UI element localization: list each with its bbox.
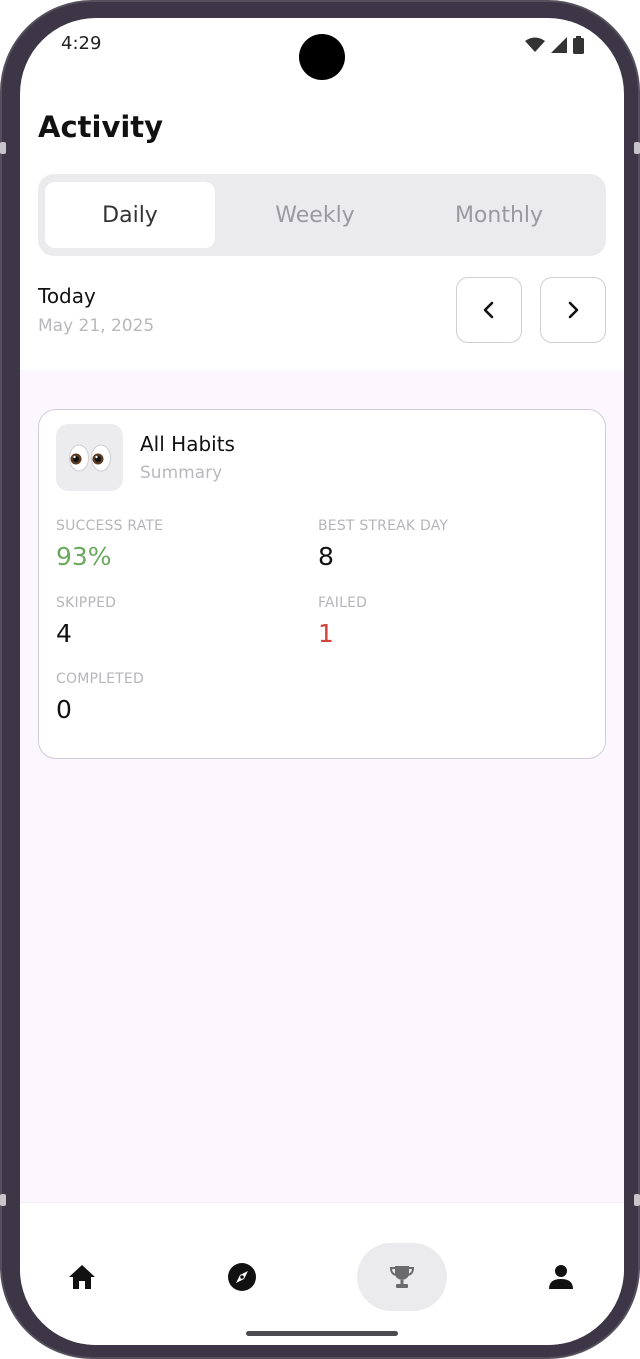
nav-explore[interactable] bbox=[197, 1243, 287, 1311]
signal-icon bbox=[551, 37, 567, 53]
failed-value: 1 bbox=[318, 619, 334, 648]
nav-achievements[interactable] bbox=[357, 1243, 447, 1311]
date-value: May 21, 2025 bbox=[38, 316, 155, 336]
card-subtitle: Summary bbox=[140, 463, 223, 483]
period-segmented-control: Daily Weekly Monthly bbox=[38, 174, 606, 256]
home-indicator[interactable] bbox=[246, 1331, 398, 1336]
tab-weekly[interactable]: Weekly bbox=[230, 182, 400, 248]
tab-daily[interactable]: Daily bbox=[45, 182, 215, 248]
person-icon bbox=[549, 1265, 573, 1289]
previous-day-button[interactable] bbox=[456, 277, 522, 343]
tab-monthly[interactable]: Monthly bbox=[414, 182, 584, 248]
compass-icon bbox=[228, 1263, 256, 1291]
side-button bbox=[0, 1194, 6, 1206]
failed-label: FAILED bbox=[318, 595, 368, 611]
trophy-icon bbox=[389, 1266, 415, 1288]
phone-frame: 4:29 Activity Daily Weekly Monthly Today… bbox=[0, 0, 640, 1359]
best-streak-value: 8 bbox=[318, 542, 334, 571]
side-button bbox=[634, 1194, 640, 1206]
completed-label: COMPLETED bbox=[56, 671, 144, 687]
side-button bbox=[634, 142, 640, 154]
success-rate-label: SUCCESS RATE bbox=[56, 518, 164, 534]
wifi-icon bbox=[525, 37, 545, 52]
eyes-icon bbox=[68, 444, 111, 471]
best-streak-label: BEST STREAK DAY bbox=[318, 518, 449, 534]
date-label: Today bbox=[38, 284, 96, 308]
skipped-value: 4 bbox=[56, 619, 72, 648]
home-icon bbox=[69, 1265, 95, 1289]
nav-profile[interactable] bbox=[516, 1243, 606, 1311]
next-day-button[interactable] bbox=[540, 277, 606, 343]
skipped-label: SKIPPED bbox=[56, 595, 117, 611]
status-time: 4:29 bbox=[61, 33, 102, 54]
bottom-navigation bbox=[20, 1202, 624, 1345]
camera-cutout bbox=[299, 34, 345, 80]
nav-home[interactable] bbox=[37, 1243, 127, 1311]
battery-icon bbox=[573, 36, 584, 54]
success-rate-value: 93% bbox=[56, 542, 112, 571]
habit-emoji-box bbox=[56, 424, 123, 491]
page-title: Activity bbox=[38, 110, 164, 144]
status-icons bbox=[525, 36, 584, 54]
screen: 4:29 Activity Daily Weekly Monthly Today… bbox=[20, 18, 624, 1345]
completed-value: 0 bbox=[56, 695, 72, 724]
chevron-left-icon bbox=[483, 301, 494, 319]
card-title: All Habits bbox=[140, 432, 235, 456]
side-button bbox=[0, 142, 6, 154]
chevron-right-icon bbox=[568, 301, 579, 319]
summary-card[interactable]: All Habits Summary SUCCESS RATE 93% BEST… bbox=[38, 409, 606, 759]
